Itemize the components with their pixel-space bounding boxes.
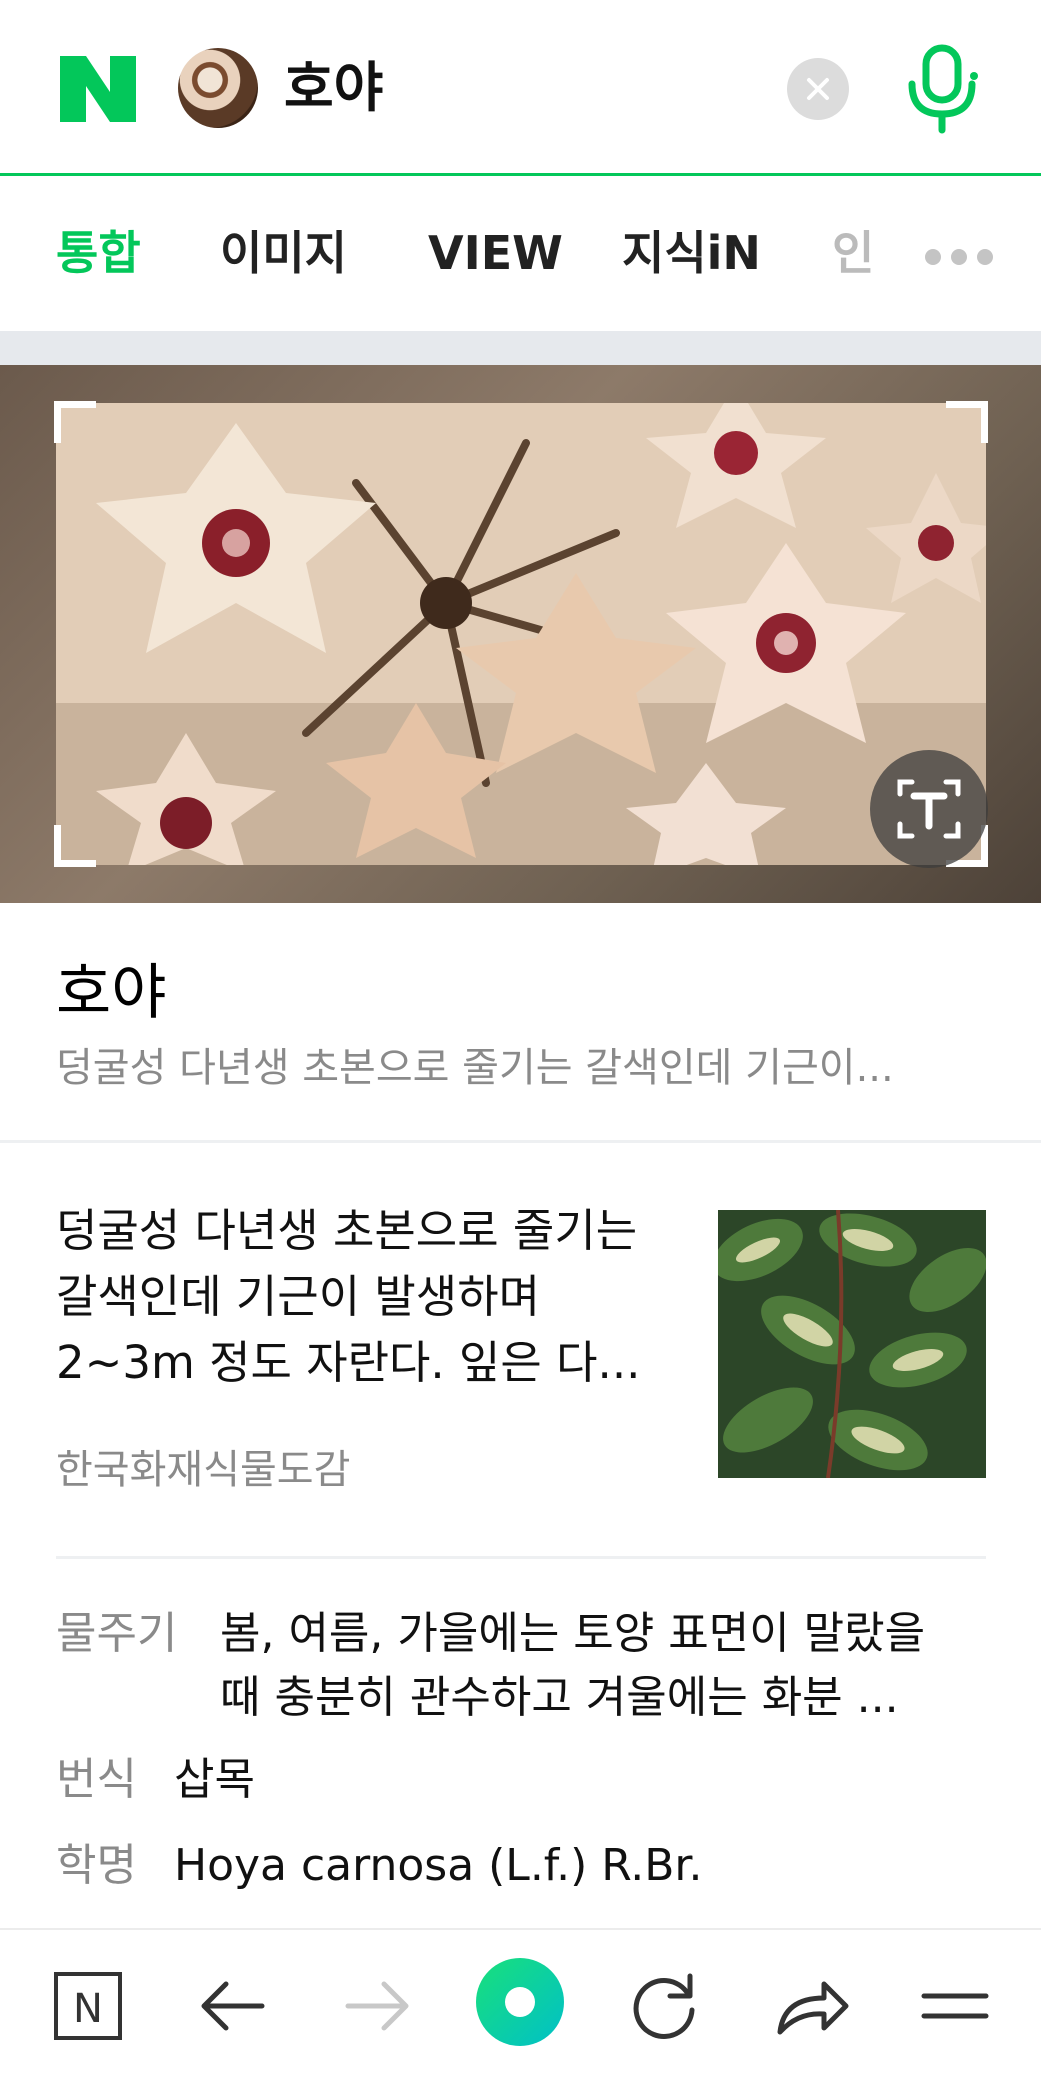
voice-search-button[interactable] bbox=[900, 44, 984, 134]
microphone-icon bbox=[908, 44, 978, 134]
search-tabs: 통합 이미지 VIEW 지식iN 인 bbox=[0, 179, 1041, 331]
naver-home-icon: N bbox=[54, 1972, 122, 2040]
refresh-button[interactable] bbox=[616, 1958, 712, 2054]
text-recognition-button[interactable] bbox=[870, 750, 988, 868]
back-button[interactable] bbox=[184, 1958, 280, 2054]
green-dot-button[interactable] bbox=[472, 1954, 568, 2050]
scientific-name-label: 학명 bbox=[56, 1840, 137, 1891]
hoya-flower-image bbox=[56, 403, 986, 865]
share-button[interactable] bbox=[762, 1958, 858, 2054]
arrow-left-icon bbox=[201, 1981, 265, 2031]
hamburger-menu-icon bbox=[921, 1993, 989, 2019]
home-letter: N bbox=[73, 1986, 103, 2032]
result-source[interactable]: 한국화재식물도감 bbox=[56, 1442, 350, 1498]
home-button[interactable]: N bbox=[40, 1958, 136, 2054]
more-dots-icon bbox=[925, 249, 941, 265]
crop-handle-top-right[interactable] bbox=[946, 401, 988, 443]
forward-button[interactable] bbox=[330, 1958, 426, 2054]
clear-search-button[interactable] bbox=[787, 58, 849, 120]
tab-people[interactable]: 인 bbox=[832, 223, 874, 283]
green-dot-icon bbox=[476, 1958, 564, 2046]
watering-value-line2: 때 충분히 관수하고 겨울에는 화분 ... bbox=[220, 1672, 899, 1723]
tab-view[interactable]: VIEW bbox=[428, 223, 563, 283]
arrow-right-icon bbox=[345, 1981, 409, 2031]
propagation-label: 번식 bbox=[56, 1754, 137, 1805]
close-icon bbox=[807, 78, 829, 100]
more-tabs-button[interactable] bbox=[925, 249, 1009, 269]
result-description[interactable]: 덩굴성 다년생 초본으로 줄기는 갈색인데 기근이 발생하며 2~3m 정도 자… bbox=[56, 1198, 656, 1396]
text-recognition-icon bbox=[897, 779, 961, 839]
crop-handle-bottom-left[interactable] bbox=[54, 825, 96, 867]
info-divider bbox=[56, 1556, 986, 1559]
share-arrow-icon bbox=[777, 1981, 849, 2035]
tab-all[interactable]: 통합 bbox=[56, 223, 141, 283]
scientific-name-value: Hoya carnosa (L.f.) R.Br. bbox=[174, 1840, 703, 1891]
result-title[interactable]: 호야 bbox=[56, 953, 166, 1033]
search-header: 호야 bbox=[0, 0, 1041, 176]
browser-bottom-bar: N bbox=[0, 1928, 1041, 2081]
section-divider bbox=[0, 331, 1041, 365]
search-query[interactable]: 호야 bbox=[284, 52, 383, 124]
refresh-icon bbox=[633, 1973, 695, 2039]
result-summary: 덩굴성 다년생 초본으로 줄기는 갈색인데 기근이... bbox=[56, 1045, 894, 1091]
watering-label: 물주기 bbox=[56, 1608, 178, 1659]
search-image-thumbnail[interactable] bbox=[178, 48, 258, 128]
crop-handle-top-left[interactable] bbox=[54, 401, 96, 443]
watering-value-line1: 봄, 여름, 가을에는 토양 표면이 말랐을 bbox=[220, 1608, 926, 1659]
tab-knowledge-in[interactable]: 지식iN bbox=[622, 223, 761, 283]
result-header: 호야 덩굴성 다년생 초본으로 줄기는 갈색인데 기근이... bbox=[0, 903, 1041, 1143]
naver-logo[interactable] bbox=[60, 56, 136, 122]
hoya-leaves-thumbnail[interactable] bbox=[718, 1210, 986, 1478]
tab-images[interactable]: 이미지 bbox=[220, 223, 347, 283]
propagation-value: 삽목 bbox=[174, 1754, 255, 1805]
menu-button[interactable] bbox=[906, 1958, 1002, 2054]
